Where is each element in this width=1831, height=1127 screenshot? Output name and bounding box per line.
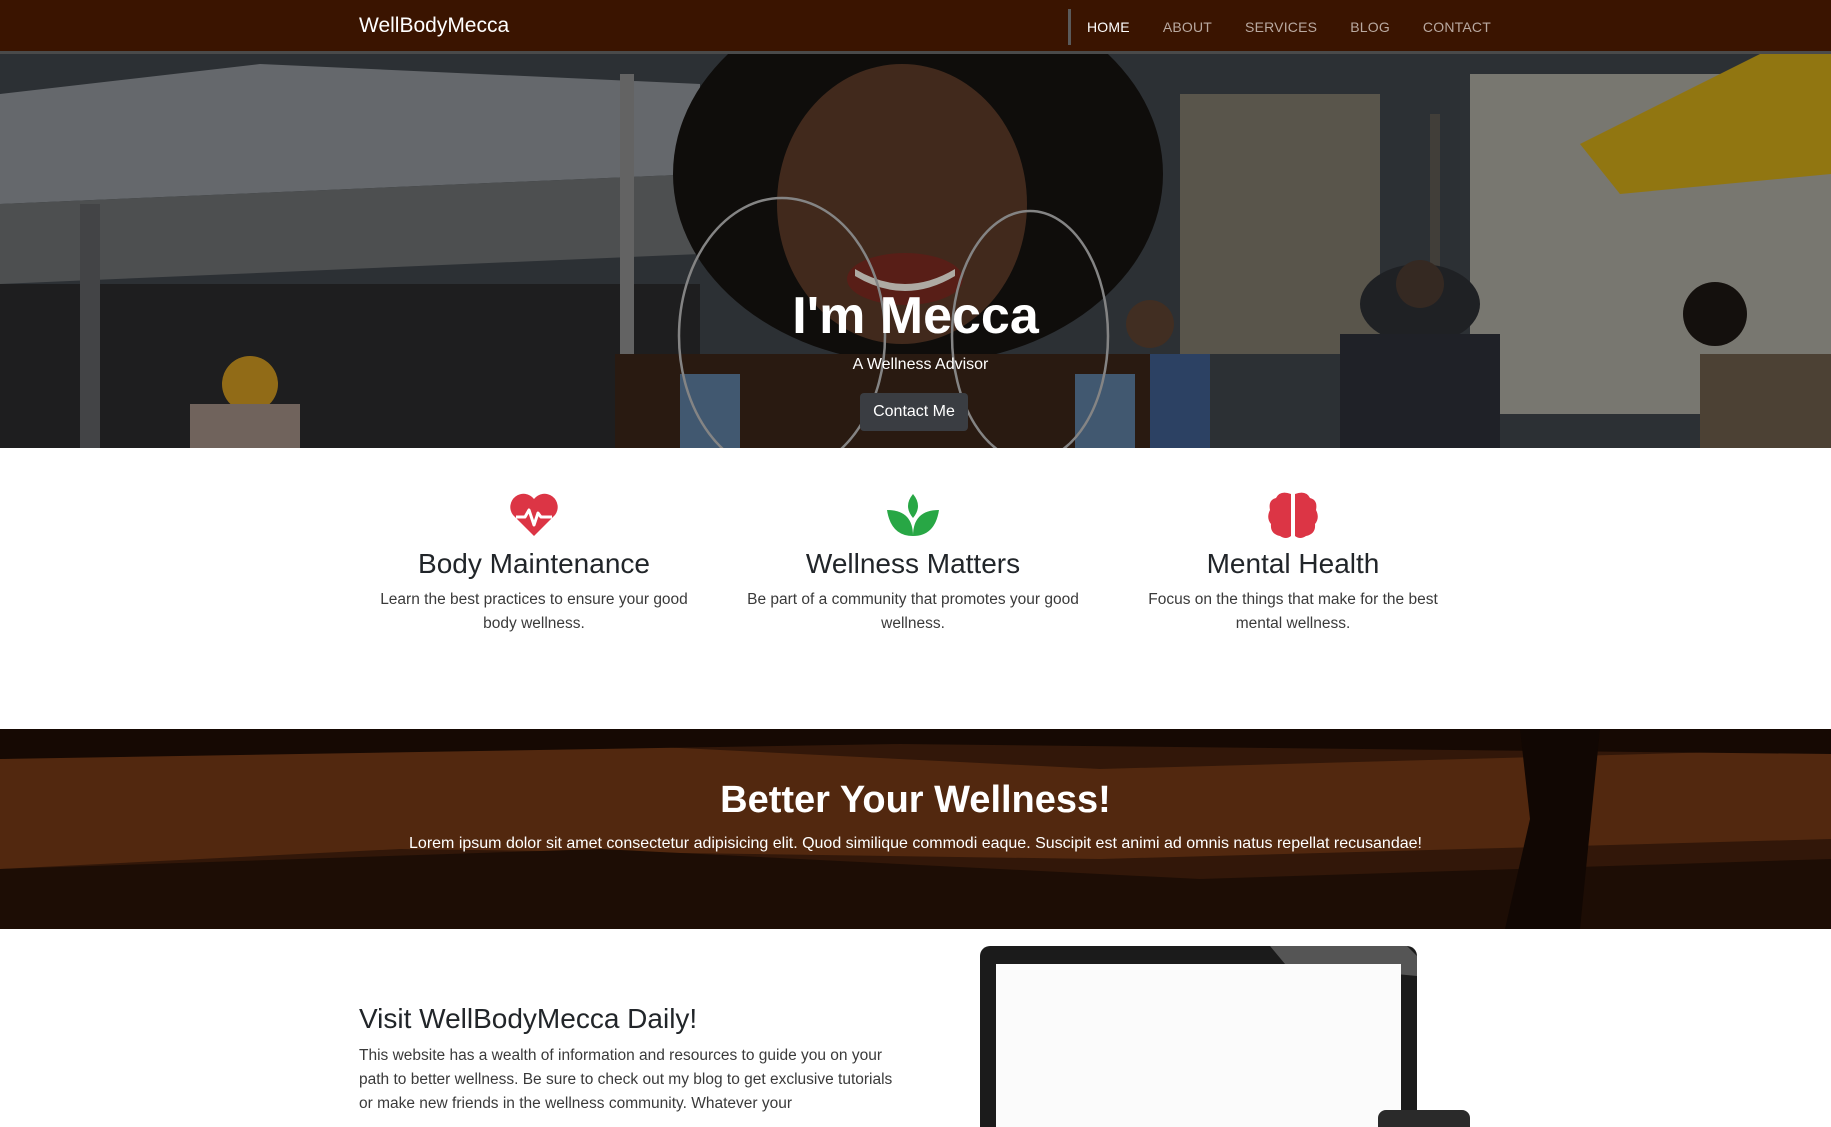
banner-text: Lorem ipsum dolor sit amet consectetur a… [409,835,1422,852]
visit-text: This website has a wealth of information… [359,1047,893,1112]
feature-text: Be part of a community that promotes you… [747,591,1079,632]
nav-home-link[interactable]: HOME [1087,19,1130,35]
nav-services-link[interactable]: SERVICES [1245,19,1317,35]
nav-links: HOME ABOUT SERVICES BLOG CONTACT [1087,0,1524,54]
feature-title: Wellness Matters [805,548,1021,579]
leaf-icon [723,490,1103,540]
nav-contact-link[interactable]: CONTACT [1423,19,1491,35]
feature-wellness-matters: Wellness Matters Be part of a community … [723,490,1103,636]
feature-body-maintenance: Body Maintenance Learn the best practice… [344,490,724,636]
laptop-mockup-image [980,946,1470,1127]
hero-subtitle: A Wellness Advisor [852,356,989,373]
navbar: WellBodyMecca HOME ABOUT SERVICES BLOG C… [0,0,1831,54]
banner-background-image [0,729,1831,929]
feature-title: Mental Health [1206,548,1380,579]
feature-text: Focus on the things that make for the be… [1148,591,1438,632]
heart-pulse-icon [344,490,724,540]
feature-text: Learn the best practices to ensure your … [380,591,688,632]
brain-icon [1103,490,1483,540]
nav-about-link[interactable]: ABOUT [1163,19,1212,35]
brand-link[interactable]: WellBodyMecca [359,14,509,38]
wellness-banner: Better Your Wellness! Lorem ipsum dolor … [0,729,1831,929]
feature-mental-health: Mental Health Focus on the things that m… [1103,490,1483,636]
nav-blog-link[interactable]: BLOG [1350,19,1390,35]
feature-title: Body Maintenance [418,548,650,579]
banner-title: Better Your Wellness! [720,779,1111,821]
hero-title: I'm Mecca [792,287,1039,345]
nav-divider [1068,9,1071,45]
hero-background-image [0,54,1831,448]
visit-title: Visit WellBodyMecca Daily! [359,1003,698,1034]
contact-me-button[interactable]: Contact Me [860,393,968,431]
hero-section: I'm Mecca A Wellness Advisor Contact Me [0,54,1831,448]
